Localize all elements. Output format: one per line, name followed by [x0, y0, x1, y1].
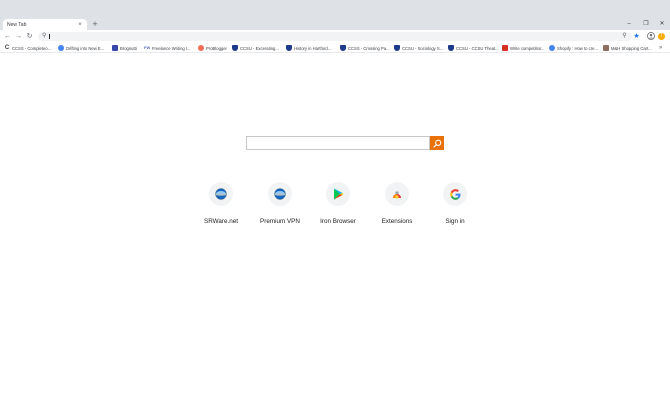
bookmark-item[interactable]: FW Freelance Writing I...	[144, 44, 196, 52]
bookmark-item[interactable]: C CCSS - Completeo...	[4, 44, 56, 52]
bookmark-item[interactable]: CCSU - Excerating...	[232, 44, 284, 52]
text-caret	[49, 34, 50, 39]
omnibox-search-icon: ⚲	[42, 33, 47, 39]
shortcut-extensions[interactable]: Extensions	[367, 182, 427, 228]
tab-new-tab[interactable]: New Tab ×	[3, 19, 87, 30]
bookmarks-bar: C CCSS - Completeo... Drifting into New …	[0, 43, 670, 53]
globe-icon	[549, 45, 555, 51]
address-input[interactable]	[49, 33, 609, 40]
play-store-icon	[333, 188, 343, 200]
shortcut-label: Sign in	[445, 218, 465, 225]
shortcut-tile	[385, 182, 409, 206]
bookmark-item[interactable]: Shopify : How to cre...	[549, 44, 601, 52]
shortcut-tile	[443, 182, 467, 206]
shortcut-label: Iron Browser	[320, 218, 356, 225]
shortcut-label: Extensions	[381, 218, 413, 225]
shortcut-sign-in[interactable]: Sign in	[425, 182, 485, 228]
tab-close-icon[interactable]: ×	[77, 22, 83, 28]
update-icon[interactable]: !	[658, 33, 665, 40]
shortcut-iron-browser[interactable]: Iron Browser	[308, 182, 368, 228]
forward-button[interactable]: →	[14, 32, 23, 41]
close-window-button[interactable]: ✕	[655, 19, 669, 29]
bookmark-item[interactable]: Drifting into New E...	[58, 44, 110, 52]
search-icon	[432, 139, 441, 148]
fw-icon: FW	[144, 45, 151, 50]
c-icon: C	[4, 45, 10, 51]
search-button[interactable]	[430, 136, 444, 150]
bookmarks-overflow-icon[interactable]: »	[659, 44, 662, 52]
bookmark-item[interactable]: M&H Shopping Cart...	[603, 44, 657, 52]
search-input[interactable]	[247, 142, 429, 155]
shield-icon	[340, 45, 346, 51]
globe-icon	[58, 45, 64, 51]
bookmark-item[interactable]: ProBlogger	[198, 44, 232, 52]
shortcut-label: Premium VPN	[260, 218, 300, 225]
back-button[interactable]: ←	[3, 32, 12, 41]
extensions-icon	[393, 191, 401, 199]
zoom-icon[interactable]: ⚲	[620, 32, 629, 41]
toolbar: ← → ↻ ⚲ ⚲ ★ !	[0, 30, 670, 43]
shortcut-tile	[209, 182, 233, 206]
shield-icon	[448, 45, 454, 51]
bookmark-star-icon[interactable]: ★	[632, 32, 641, 41]
shortcut-premium-vpn[interactable]: Premium VPN	[250, 182, 310, 228]
shield-icon	[394, 45, 400, 51]
shield-icon	[232, 45, 238, 51]
shortcut-srware[interactable]: SRWare.net	[191, 182, 251, 228]
shortcut-tile	[268, 182, 292, 206]
tab-strip: New Tab × + – ❐ ✕	[0, 0, 670, 30]
bookmark-item[interactable]: Write competitior...	[502, 44, 548, 52]
minimize-button[interactable]: –	[622, 19, 636, 29]
vpn-globe-icon	[274, 188, 286, 200]
tab-title: New Tab	[7, 21, 27, 28]
address-bar[interactable]: ⚲	[38, 32, 632, 41]
cart-icon	[603, 45, 609, 51]
shortcut-label: SRWare.net	[204, 218, 238, 225]
bookmark-item[interactable]: Brognutti	[112, 44, 142, 52]
reload-button[interactable]: ↻	[25, 32, 34, 41]
restore-button[interactable]: ❐	[639, 19, 653, 29]
shield-icon	[286, 45, 292, 51]
pb-icon	[198, 45, 204, 51]
profile-icon[interactable]	[646, 32, 655, 41]
bookmark-item[interactable]: History in Hartford...	[286, 44, 338, 52]
new-tab-button[interactable]: +	[90, 19, 100, 29]
google-icon	[449, 188, 461, 200]
write-icon	[502, 45, 508, 51]
shortcut-tile	[326, 182, 350, 206]
bookmark-item[interactable]: CCSU - Sociology S...	[394, 44, 446, 52]
search-box[interactable]	[246, 136, 430, 155]
bookmark-item[interactable]: CCSU - CCSU Theat...	[448, 44, 500, 52]
srware-icon	[215, 188, 227, 200]
bookmark-icon	[112, 45, 118, 51]
bookmark-item[interactable]: CCSS - Crossing Pa...	[340, 44, 392, 52]
